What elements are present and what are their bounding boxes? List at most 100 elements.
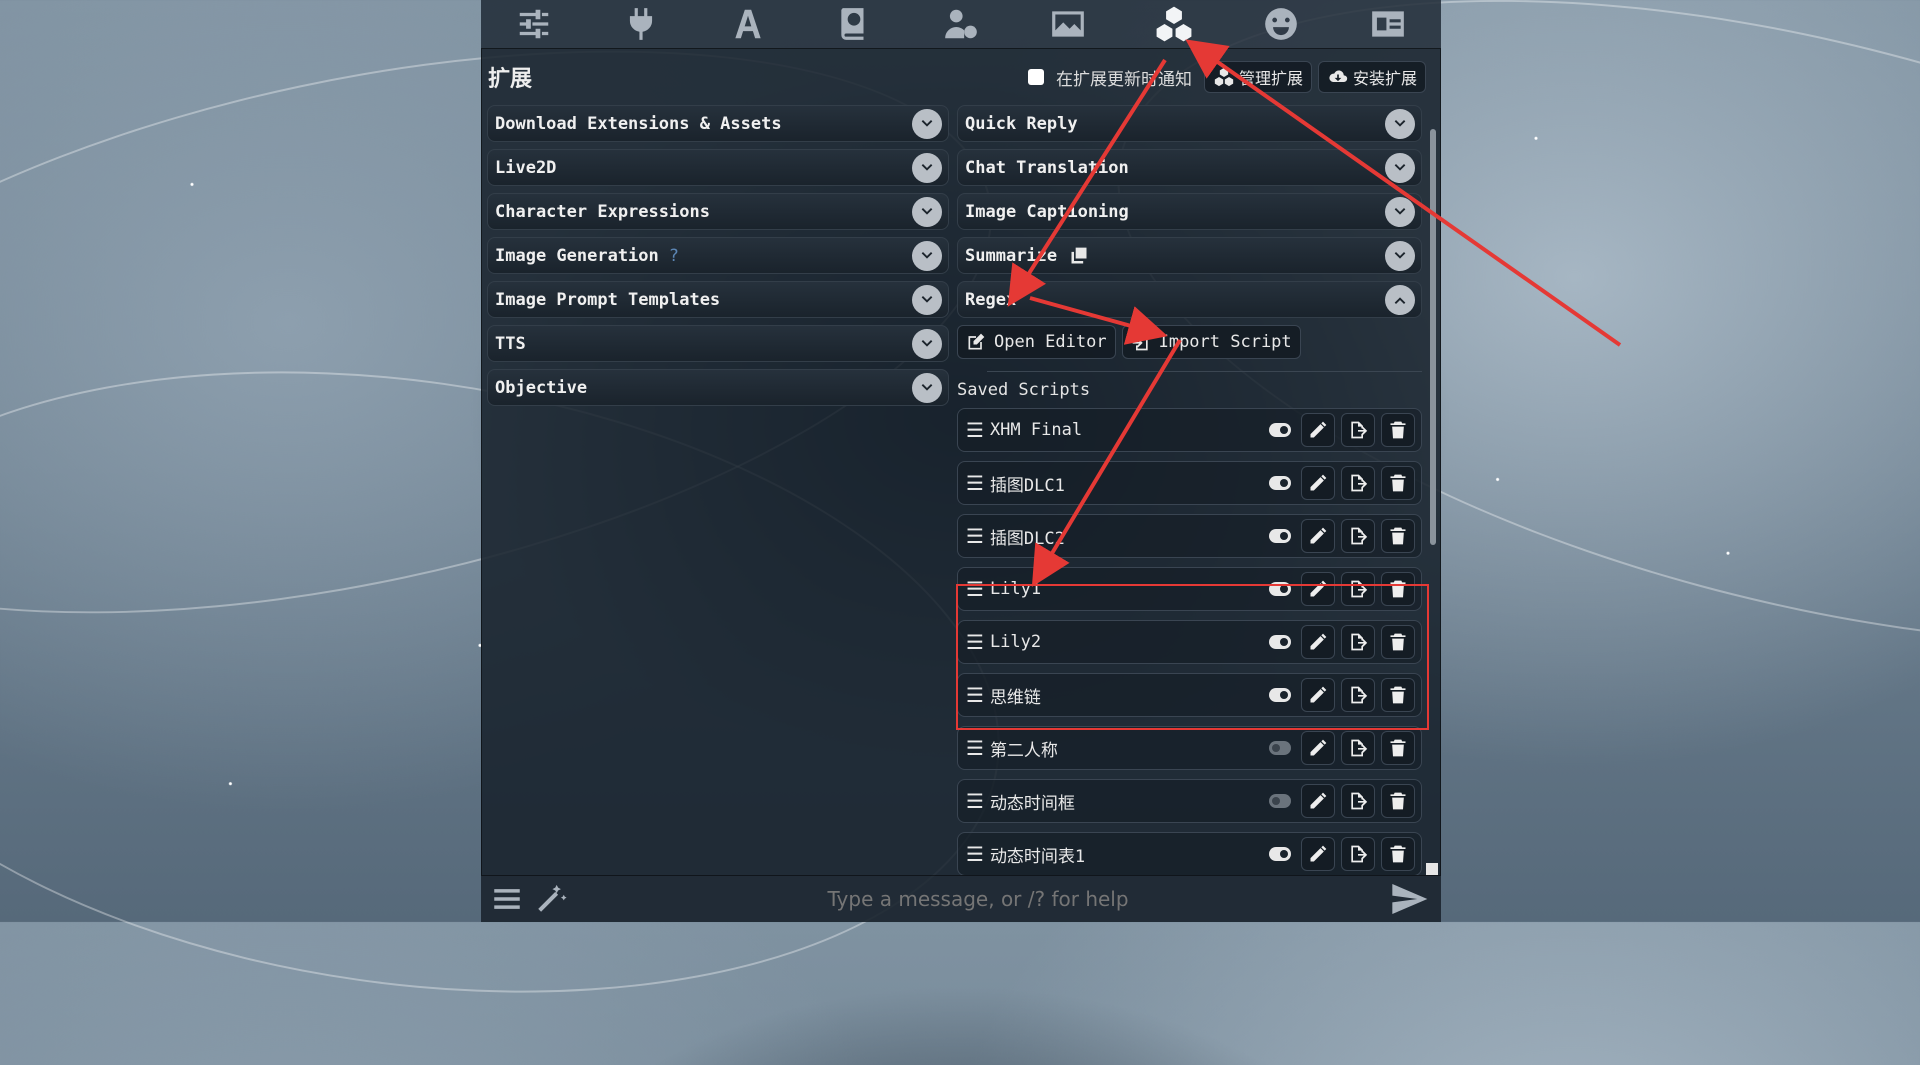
script-row[interactable]: ☰ 插图DLC1	[957, 461, 1422, 505]
plug-icon[interactable]	[617, 3, 665, 45]
notify-checkbox[interactable]	[1027, 69, 1044, 85]
delete-button[interactable]	[1381, 678, 1415, 712]
edit-button[interactable]	[1301, 678, 1335, 712]
drawer-image-generation[interactable]: Image Generation ?	[487, 237, 949, 274]
toggle-switch[interactable]	[1269, 529, 1291, 543]
image-icon[interactable]	[1044, 3, 1092, 45]
chevron-down-icon[interactable]	[912, 284, 942, 315]
script-row[interactable]: ☰ 动态时间表1	[957, 832, 1422, 875]
drawer-live2d[interactable]: Live2D	[487, 149, 949, 186]
script-row[interactable]: ☰ 第二人称	[957, 726, 1422, 770]
cubes-icon[interactable]	[1150, 3, 1198, 45]
export-button[interactable]	[1341, 678, 1375, 712]
install-extension-button[interactable]: 安装扩展	[1317, 61, 1426, 93]
drawer-objective[interactable]: Objective	[487, 369, 949, 406]
chevron-down-icon[interactable]	[912, 196, 942, 227]
delete-button[interactable]	[1381, 466, 1415, 500]
toggle-switch[interactable]	[1269, 582, 1291, 596]
edit-button[interactable]	[1301, 413, 1335, 447]
script-row[interactable]: ☰ XHM Final	[957, 408, 1422, 452]
drag-handle-icon[interactable]: ☰	[966, 842, 984, 866]
edit-button[interactable]	[1301, 519, 1335, 553]
export-button[interactable]	[1341, 731, 1375, 765]
delete-button[interactable]	[1381, 837, 1415, 871]
chevron-down-icon[interactable]	[1385, 240, 1415, 271]
toggle-switch[interactable]	[1269, 847, 1291, 861]
export-button[interactable]	[1341, 837, 1375, 871]
drag-handle-icon[interactable]: ☰	[966, 630, 984, 654]
chevron-down-icon[interactable]	[912, 152, 942, 183]
export-button[interactable]	[1341, 466, 1375, 500]
script-row[interactable]: ☰ Lily1	[957, 567, 1422, 611]
manage-extensions-button[interactable]: 管理扩展	[1203, 61, 1312, 93]
script-row[interactable]: ☰ Lily2	[957, 620, 1422, 664]
user-gear-icon[interactable]	[937, 3, 985, 45]
message-input[interactable]	[569, 886, 1387, 912]
help-icon[interactable]: ?	[669, 246, 679, 266]
drawer-image-prompt-templates[interactable]: Image Prompt Templates	[487, 281, 949, 318]
edit-button[interactable]	[1301, 625, 1335, 659]
chevron-down-icon[interactable]	[912, 328, 942, 359]
chevron-down-icon[interactable]	[1385, 108, 1415, 139]
toggle-switch[interactable]	[1269, 741, 1291, 755]
drawer-image-captioning[interactable]: Image Captioning	[957, 193, 1422, 230]
script-row[interactable]: ☰ 思维链	[957, 673, 1422, 717]
toggle-switch[interactable]	[1269, 794, 1291, 808]
copy-icon[interactable]	[1069, 246, 1089, 266]
chevron-down-icon[interactable]	[1385, 196, 1415, 227]
delete-button[interactable]	[1381, 519, 1415, 553]
drag-handle-icon[interactable]: ☰	[966, 418, 984, 442]
chevron-down-icon[interactable]	[912, 372, 942, 403]
menu-icon[interactable]	[489, 882, 525, 916]
edit-button[interactable]	[1301, 572, 1335, 606]
edit-button[interactable]	[1301, 466, 1335, 500]
toggle-switch[interactable]	[1269, 476, 1291, 490]
magic-wand-icon[interactable]	[533, 882, 569, 916]
drawer-summarize[interactable]: Summarize	[957, 237, 1422, 274]
drawer-character-expressions[interactable]: Character Expressions	[487, 193, 949, 230]
font-icon[interactable]	[724, 3, 772, 45]
toggle-switch[interactable]	[1269, 688, 1291, 702]
export-button[interactable]	[1341, 625, 1375, 659]
delete-button[interactable]	[1381, 625, 1415, 659]
drag-handle-icon[interactable]: ☰	[966, 524, 984, 548]
edit-button[interactable]	[1301, 731, 1335, 765]
chevron-down-icon[interactable]	[912, 240, 942, 271]
drawer-chat-translation[interactable]: Chat Translation	[957, 149, 1422, 186]
delete-button[interactable]	[1381, 572, 1415, 606]
drag-handle-icon[interactable]: ☰	[966, 577, 984, 601]
drawer-regex[interactable]: Regex	[957, 281, 1422, 318]
export-button[interactable]	[1341, 519, 1375, 553]
toggle-switch[interactable]	[1269, 635, 1291, 649]
id-card-icon[interactable]	[1364, 3, 1412, 45]
delete-button[interactable]	[1381, 413, 1415, 447]
chevron-down-icon[interactable]	[1385, 152, 1415, 183]
export-button[interactable]	[1341, 572, 1375, 606]
toggle-switch[interactable]	[1269, 423, 1291, 437]
delete-button[interactable]	[1381, 784, 1415, 818]
chevron-down-icon[interactable]	[912, 108, 942, 139]
import-script-button[interactable]: Import Script	[1121, 325, 1301, 359]
scrollbar[interactable]	[1430, 129, 1436, 545]
edit-button[interactable]	[1301, 837, 1335, 871]
drag-handle-icon[interactable]: ☰	[966, 736, 984, 760]
edit-button[interactable]	[1301, 784, 1335, 818]
book-globe-icon[interactable]	[830, 3, 878, 45]
chevron-up-icon[interactable]	[1385, 284, 1415, 315]
drawer-quick-reply[interactable]: Quick Reply	[957, 105, 1422, 142]
open-editor-button[interactable]: Open Editor	[957, 325, 1116, 359]
send-icon[interactable]	[1387, 879, 1431, 919]
resize-handle[interactable]	[1426, 863, 1438, 875]
drag-handle-icon[interactable]: ☰	[966, 471, 984, 495]
export-button[interactable]	[1341, 413, 1375, 447]
drawer-tts[interactable]: TTS	[487, 325, 949, 362]
delete-button[interactable]	[1381, 731, 1415, 765]
script-row[interactable]: ☰ 插图DLC2	[957, 514, 1422, 558]
drag-handle-icon[interactable]: ☰	[966, 683, 984, 707]
export-button[interactable]	[1341, 784, 1375, 818]
sliders-icon[interactable]	[510, 3, 558, 45]
drawer-download-extensions[interactable]: Download Extensions & Assets	[487, 105, 949, 142]
smile-icon[interactable]	[1257, 3, 1305, 45]
script-row[interactable]: ☰ 动态时间框	[957, 779, 1422, 823]
drag-handle-icon[interactable]: ☰	[966, 789, 984, 813]
